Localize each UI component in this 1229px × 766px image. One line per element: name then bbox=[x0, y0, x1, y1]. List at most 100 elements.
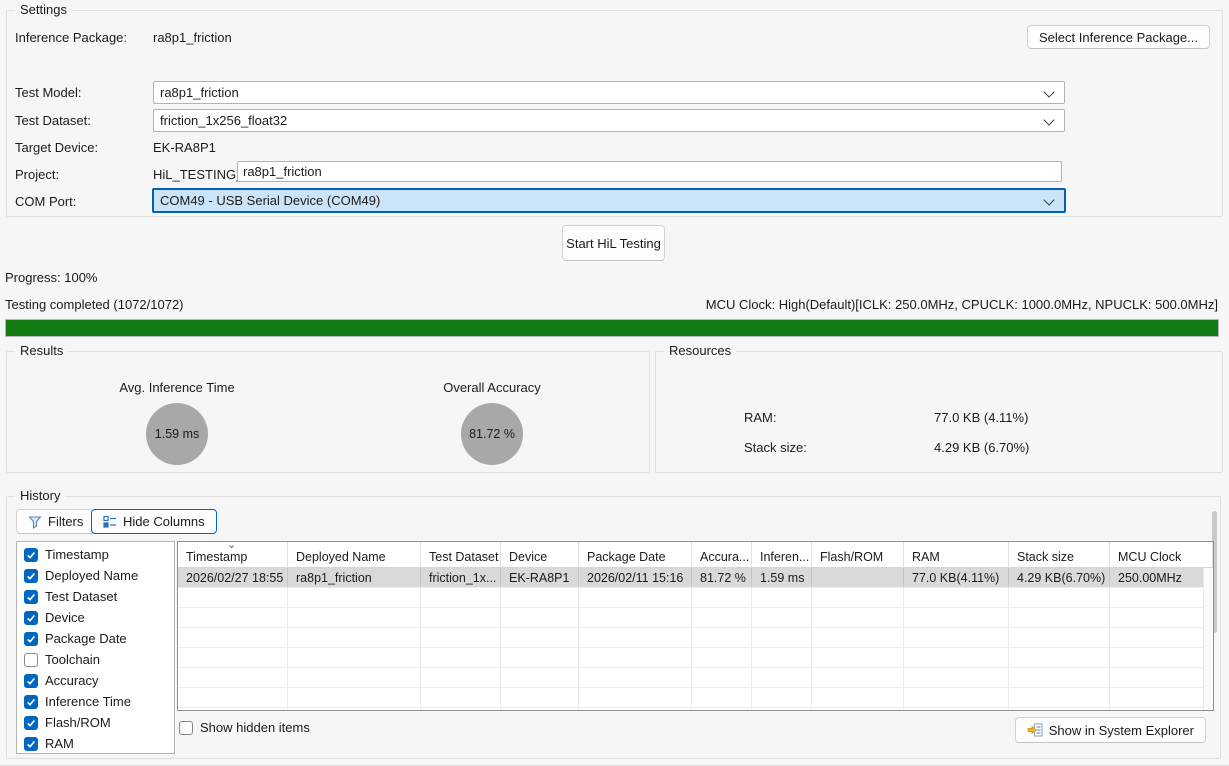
table-row-empty[interactable] bbox=[178, 708, 1213, 711]
overall-accuracy-circle: 81.72 % bbox=[461, 403, 523, 465]
column-header-ram[interactable]: RAM bbox=[904, 542, 1009, 567]
test-model-combobox[interactable]: ra8p1_friction bbox=[153, 81, 1065, 104]
checkbox-checked-icon[interactable] bbox=[24, 548, 38, 562]
cell-mcu-clock bbox=[1110, 628, 1213, 647]
column-toggle-toolchain[interactable]: Toolchain bbox=[17, 649, 174, 670]
checkbox-checked-icon[interactable] bbox=[24, 590, 38, 604]
table-row-empty[interactable] bbox=[178, 608, 1213, 628]
table-scrollbar[interactable] bbox=[1203, 568, 1213, 710]
column-header-inferen[interactable]: Inferen... bbox=[752, 542, 812, 567]
sort-indicator-icon: ⌄ bbox=[227, 542, 236, 549]
column-toggle-timestamp[interactable]: Timestamp bbox=[17, 544, 174, 565]
column-toggle-package-date[interactable]: Package Date bbox=[17, 628, 174, 649]
checkbox-checked-icon[interactable] bbox=[24, 674, 38, 688]
project-prefix: HiL_TESTING_ bbox=[153, 167, 243, 182]
resources-group-label: Resources bbox=[664, 343, 736, 358]
column-header-flash-rom[interactable]: Flash/ROM bbox=[812, 542, 904, 567]
column-header-test-dataset[interactable]: Test Dataset bbox=[421, 542, 501, 567]
column-toggle-deployed-name[interactable]: Deployed Name bbox=[17, 565, 174, 586]
history-table-body: 2026/02/27 18:55ra8p1_frictionfriction_1… bbox=[178, 568, 1213, 711]
column-toggle-label: Test Dataset bbox=[45, 589, 117, 604]
column-header-accura[interactable]: Accura... bbox=[692, 542, 752, 567]
column-header-mcu-clock[interactable]: MCU Clock bbox=[1110, 542, 1213, 567]
cell-deployed-name: ra8p1_friction bbox=[288, 568, 421, 587]
target-device-label: Target Device: bbox=[15, 140, 98, 155]
table-row-empty[interactable] bbox=[178, 668, 1213, 688]
select-inference-package-button[interactable]: Select Inference Package... bbox=[1027, 25, 1210, 49]
stack-size-label: Stack size: bbox=[744, 440, 807, 455]
column-toggle-label: Timestamp bbox=[45, 547, 109, 562]
cell-package-date bbox=[579, 688, 692, 707]
cell-inferen bbox=[752, 588, 812, 607]
cell-deployed-name bbox=[288, 648, 421, 667]
table-row-empty[interactable] bbox=[178, 688, 1213, 708]
avg-inference-time-value: 1.59 ms bbox=[155, 427, 199, 441]
column-toggle-accuracy[interactable]: Accuracy bbox=[17, 670, 174, 691]
cell-ram bbox=[904, 708, 1009, 711]
test-dataset-combobox[interactable]: friction_1x256_float32 bbox=[153, 109, 1065, 132]
filters-button[interactable]: Filters bbox=[16, 509, 95, 534]
cell-mcu-clock bbox=[1110, 688, 1213, 707]
settings-group: Settings Inference Package: ra8p1_fricti… bbox=[6, 10, 1223, 217]
cell-timestamp bbox=[178, 688, 288, 707]
checkbox-checked-icon[interactable] bbox=[24, 569, 38, 583]
table-row-empty[interactable] bbox=[178, 648, 1213, 668]
column-header-stack-size[interactable]: Stack size bbox=[1009, 542, 1110, 567]
cell-stack-size bbox=[1009, 708, 1110, 711]
history-table-head: ⌄TimestampDeployed NameTest DatasetDevic… bbox=[178, 542, 1213, 568]
checkbox-unchecked-icon[interactable] bbox=[24, 653, 38, 667]
com-port-combobox[interactable]: COM49 - USB Serial Device (COM49) bbox=[152, 188, 1066, 213]
column-toggle-flash-rom[interactable]: Flash/ROM bbox=[17, 712, 174, 733]
cell-inferen bbox=[752, 688, 812, 707]
target-device-value: EK-RA8P1 bbox=[153, 140, 216, 155]
column-toggle-device[interactable]: Device bbox=[17, 607, 174, 628]
cell-timestamp bbox=[178, 628, 288, 647]
cell-stack-size: 4.29 KB(6.70%) bbox=[1009, 568, 1110, 587]
table-row-empty[interactable] bbox=[178, 588, 1213, 608]
column-toggle-inference-time[interactable]: Inference Time bbox=[17, 691, 174, 712]
cell-device: EK-RA8P1 bbox=[501, 568, 579, 587]
cell-mcu-clock: 250.00MHz bbox=[1110, 568, 1213, 587]
checkbox-checked-icon[interactable] bbox=[24, 695, 38, 709]
column-header-package-date[interactable]: Package Date bbox=[579, 542, 692, 567]
column-header-label: Flash/ROM bbox=[820, 550, 883, 564]
history-table: ⌄TimestampDeployed NameTest DatasetDevic… bbox=[177, 541, 1214, 711]
cell-deployed-name bbox=[288, 708, 421, 711]
history-group: History Filters Hide Columns TimestampDe… bbox=[6, 496, 1221, 759]
checkbox-checked-icon[interactable] bbox=[24, 632, 38, 646]
cell-ram bbox=[904, 588, 1009, 607]
column-header-device[interactable]: Device bbox=[501, 542, 579, 567]
show-hidden-items-toggle[interactable]: Show hidden items bbox=[179, 720, 310, 735]
cell-mcu-clock bbox=[1110, 708, 1213, 711]
column-header-label: RAM bbox=[912, 550, 940, 564]
show-hidden-checkbox[interactable] bbox=[179, 721, 193, 735]
cell-deployed-name bbox=[288, 668, 421, 687]
project-name-input[interactable] bbox=[237, 161, 1062, 182]
start-hil-testing-button[interactable]: Start HiL Testing bbox=[562, 225, 665, 261]
checkbox-checked-icon[interactable] bbox=[24, 737, 38, 751]
table-row-selected[interactable]: 2026/02/27 18:55ra8p1_frictionfriction_1… bbox=[178, 568, 1213, 588]
cell-inferen bbox=[752, 608, 812, 627]
cell-mcu-clock bbox=[1110, 608, 1213, 627]
checkbox-checked-icon[interactable] bbox=[24, 611, 38, 625]
table-row-empty[interactable] bbox=[178, 628, 1213, 648]
cell-stack-size bbox=[1009, 588, 1110, 607]
column-toggle-ram[interactable]: RAM bbox=[17, 733, 174, 754]
cell-stack-size bbox=[1009, 628, 1110, 647]
column-header-timestamp[interactable]: ⌄Timestamp bbox=[178, 542, 288, 567]
column-header-deployed-name[interactable]: Deployed Name bbox=[288, 542, 421, 567]
cell-accura bbox=[692, 668, 752, 687]
column-toggle-test-dataset[interactable]: Test Dataset bbox=[17, 586, 174, 607]
column-toggle-label: Toolchain bbox=[45, 652, 100, 667]
ram-value: 77.0 KB (4.11%) bbox=[934, 410, 1028, 425]
show-hidden-label: Show hidden items bbox=[200, 720, 310, 735]
cell-accura bbox=[692, 588, 752, 607]
cell-flash-rom bbox=[812, 648, 904, 667]
cell-device bbox=[501, 588, 579, 607]
avg-inference-time-title: Avg. Inference Time bbox=[91, 380, 263, 395]
hide-columns-button[interactable]: Hide Columns bbox=[91, 509, 217, 534]
show-in-system-explorer-button[interactable]: Show in System Explorer bbox=[1015, 717, 1206, 743]
checkbox-checked-icon[interactable] bbox=[24, 716, 38, 730]
cell-test-dataset bbox=[421, 688, 501, 707]
cell-flash-rom bbox=[812, 688, 904, 707]
